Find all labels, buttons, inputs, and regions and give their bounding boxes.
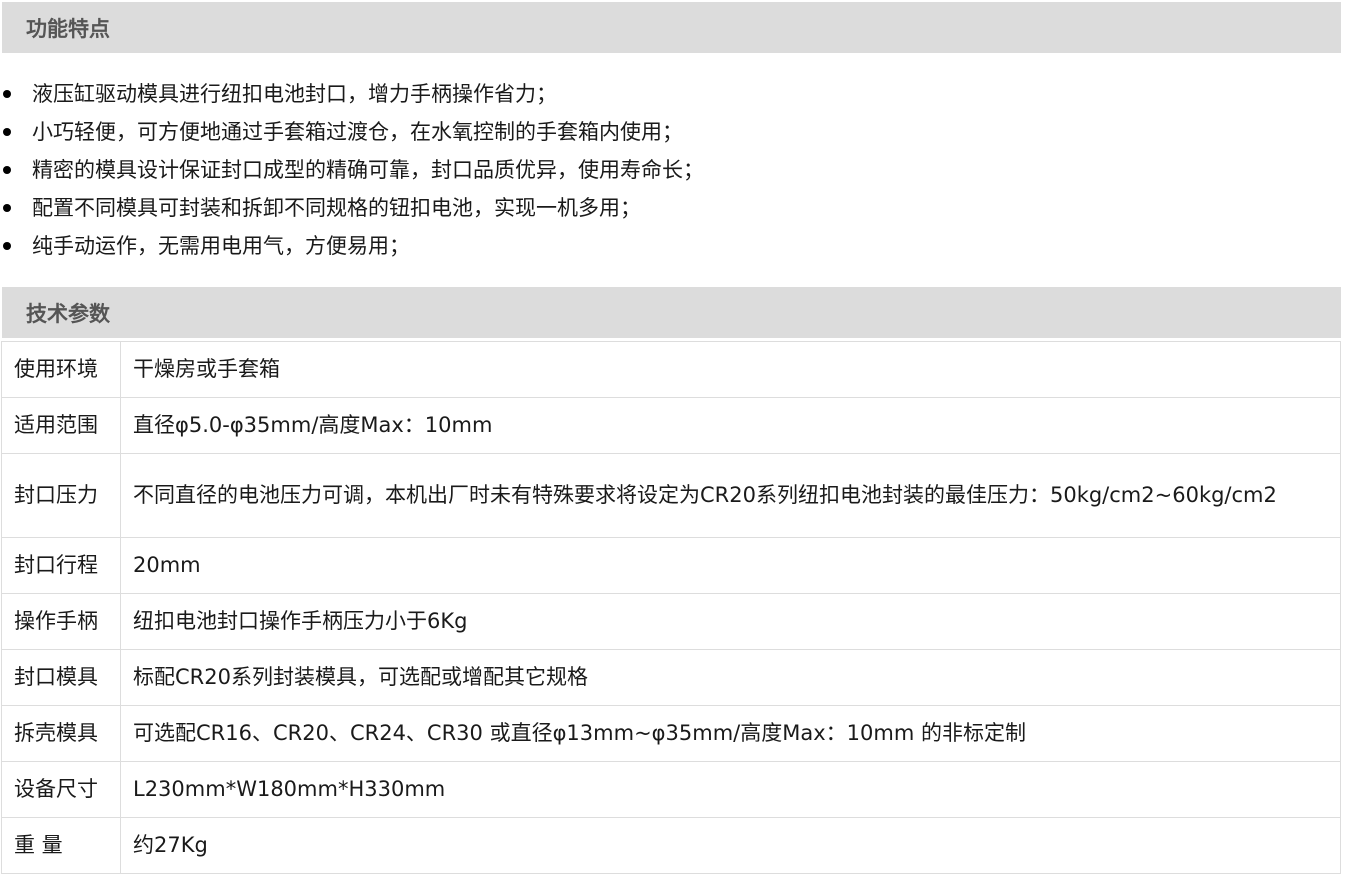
- specs-title: 技术参数: [26, 301, 110, 326]
- features-section-header: 功能特点: [2, 2, 1341, 53]
- feature-item: 精密的模具设计保证封口成型的精确可靠，封口品质优异，使用寿命长；: [0, 151, 704, 189]
- table-row: 拆壳模具 可选配CR16、CR20、CR24、CR30 或直径φ13mm~φ35…: [1, 705, 1341, 762]
- feature-item: 小巧轻便，可方便地通过手套箱过渡仓，在水氧控制的手套箱内使用；: [0, 113, 704, 151]
- table-row: 重 量 约27Kg: [1, 817, 1341, 874]
- spec-label: 设备尺寸: [1, 761, 121, 818]
- feature-item: 液压缸驱动模具进行纽扣电池封口，增力手柄操作省力；: [0, 75, 704, 113]
- feature-item: 纯手动运作，无需用电用气，方便易用；: [0, 227, 704, 265]
- bullet-dot-icon: [3, 128, 11, 136]
- spec-value: 20mm: [120, 537, 1341, 594]
- spec-label: 重 量: [1, 817, 121, 874]
- table-row: 适用范围 直径φ5.0-φ35mm/高度Max：10mm: [1, 397, 1341, 454]
- spec-label: 适用范围: [1, 397, 121, 454]
- spec-value: 不同直径的电池压力可调，本机出厂时未有特殊要求将设定为CR20系列纽扣电池封装的…: [120, 453, 1341, 538]
- table-row: 使用环境 干燥房或手套箱: [1, 341, 1341, 398]
- table-row: 封口压力 不同直径的电池压力可调，本机出厂时未有特殊要求将设定为CR20系列纽扣…: [1, 453, 1341, 538]
- spec-label: 使用环境: [1, 341, 121, 398]
- feature-text: 配置不同模具可封装和拆卸不同规格的钮扣电池，实现一机多用；: [32, 196, 641, 220]
- features-list: 液压缸驱动模具进行纽扣电池封口，增力手柄操作省力； 小巧轻便，可方便地通过手套箱…: [0, 75, 704, 265]
- spec-value: 约27Kg: [120, 817, 1341, 874]
- specs-section-header: 技术参数: [2, 287, 1341, 338]
- spec-label: 封口模具: [1, 649, 121, 706]
- spec-value: 干燥房或手套箱: [120, 341, 1341, 398]
- spec-value: L230mm*W180mm*H330mm: [120, 761, 1341, 818]
- bullet-dot-icon: [3, 166, 11, 174]
- spec-label: 封口压力: [1, 453, 121, 538]
- feature-text: 小巧轻便，可方便地通过手套箱过渡仓，在水氧控制的手套箱内使用；: [32, 120, 683, 144]
- spec-value: 标配CR20系列封装模具，可选配或增配其它规格: [120, 649, 1341, 706]
- specs-table: 使用环境 干燥房或手套箱 适用范围 直径φ5.0-φ35mm/高度Max：10m…: [1, 341, 1341, 874]
- table-row: 操作手柄 纽扣电池封口操作手柄压力小于6Kg: [1, 593, 1341, 650]
- table-row: 封口模具 标配CR20系列封装模具，可选配或增配其它规格: [1, 649, 1341, 706]
- bullet-dot-icon: [3, 204, 11, 212]
- spec-value: 纽扣电池封口操作手柄压力小于6Kg: [120, 593, 1341, 650]
- spec-label: 操作手柄: [1, 593, 121, 650]
- spec-value: 直径φ5.0-φ35mm/高度Max：10mm: [120, 397, 1341, 454]
- feature-text: 精密的模具设计保证封口成型的精确可靠，封口品质优异，使用寿命长；: [32, 158, 704, 182]
- table-row: 封口行程 20mm: [1, 537, 1341, 594]
- feature-text: 纯手动运作，无需用电用气，方便易用；: [32, 234, 410, 258]
- features-title: 功能特点: [26, 16, 110, 41]
- table-row: 设备尺寸 L230mm*W180mm*H330mm: [1, 761, 1341, 818]
- spec-label: 封口行程: [1, 537, 121, 594]
- bullet-dot-icon: [3, 242, 11, 250]
- spec-value: 可选配CR16、CR20、CR24、CR30 或直径φ13mm~φ35mm/高度…: [120, 705, 1341, 762]
- bullet-dot-icon: [3, 90, 11, 98]
- feature-text: 液压缸驱动模具进行纽扣电池封口，增力手柄操作省力；: [32, 82, 557, 106]
- feature-item: 配置不同模具可封装和拆卸不同规格的钮扣电池，实现一机多用；: [0, 189, 704, 227]
- spec-label: 拆壳模具: [1, 705, 121, 762]
